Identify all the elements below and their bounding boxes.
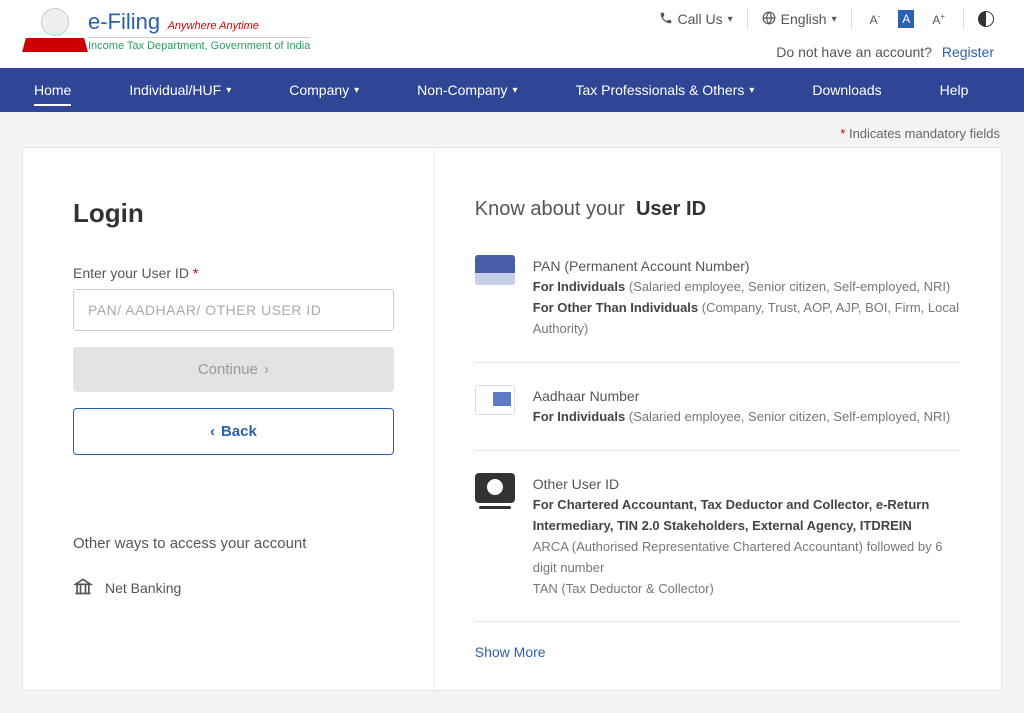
chevron-down-icon: ▾ <box>749 85 754 96</box>
site-logo[interactable]: e-Filing Anywhere Anytime Income Tax Dep… <box>30 8 310 53</box>
chevron-down-icon: ▾ <box>832 14 837 25</box>
pan-card-icon <box>475 255 515 285</box>
know-title: Know about your User ID <box>475 198 961 221</box>
call-us-dropdown[interactable]: Call Us ▾ <box>659 11 733 28</box>
phone-icon <box>659 11 673 28</box>
chevron-down-icon: ▾ <box>226 85 231 96</box>
bank-icon <box>73 576 93 599</box>
globe-icon <box>762 11 776 28</box>
chevron-down-icon: ▾ <box>512 85 517 96</box>
info-pan: PAN (Permanent Account Number) For Indiv… <box>475 255 961 363</box>
font-default[interactable]: A <box>898 10 914 28</box>
brand-tagline: Anywhere Anytime <box>168 20 259 32</box>
continue-button[interactable]: Continue › <box>73 347 394 392</box>
userid-input[interactable] <box>73 289 394 331</box>
nav-noncompany[interactable]: Non-Company▾ <box>403 68 531 112</box>
nav-downloads[interactable]: Downloads <box>798 68 895 112</box>
login-title: Login <box>73 198 394 229</box>
nav-taxpro[interactable]: Tax Professionals & Others▾ <box>561 68 768 112</box>
other-ways-heading: Other ways to access your account <box>73 535 394 552</box>
font-decrease[interactable]: A- <box>866 10 885 29</box>
chevron-right-icon: › <box>264 361 269 378</box>
nav-help[interactable]: Help <box>926 68 983 112</box>
nav-home[interactable]: Home <box>20 68 85 112</box>
info-aadhaar: Aadhaar Number For Individuals (Salaried… <box>475 385 961 451</box>
chevron-down-icon: ▾ <box>728 14 733 25</box>
aadhaar-card-icon <box>475 385 515 415</box>
language-dropdown[interactable]: English ▾ <box>762 11 837 28</box>
info-other: Other User ID For Chartered Accountant, … <box>475 473 961 622</box>
nav-company[interactable]: Company▾ <box>275 68 373 112</box>
register-link[interactable]: Register <box>942 44 994 60</box>
mandatory-note: * Indicates mandatory fields <box>0 112 1024 147</box>
chevron-down-icon: ▾ <box>354 85 359 96</box>
netbanking-option[interactable]: Net Banking <box>73 576 394 599</box>
back-button[interactable]: ‹ Back <box>73 408 394 455</box>
userid-label: Enter your User ID * <box>73 265 394 281</box>
contrast-toggle-icon[interactable] <box>978 11 994 27</box>
no-account-text: Do not have an account? <box>776 44 932 60</box>
show-more-link[interactable]: Show More <box>475 644 961 660</box>
nav-individual[interactable]: Individual/HUF▾ <box>115 68 245 112</box>
font-increase[interactable]: A+ <box>928 10 949 29</box>
brand-subtitle: Income Tax Department, Government of Ind… <box>88 37 310 52</box>
other-user-icon <box>475 473 515 503</box>
brand-title: e-Filing <box>88 9 160 34</box>
chevron-left-icon: ‹ <box>210 423 215 440</box>
